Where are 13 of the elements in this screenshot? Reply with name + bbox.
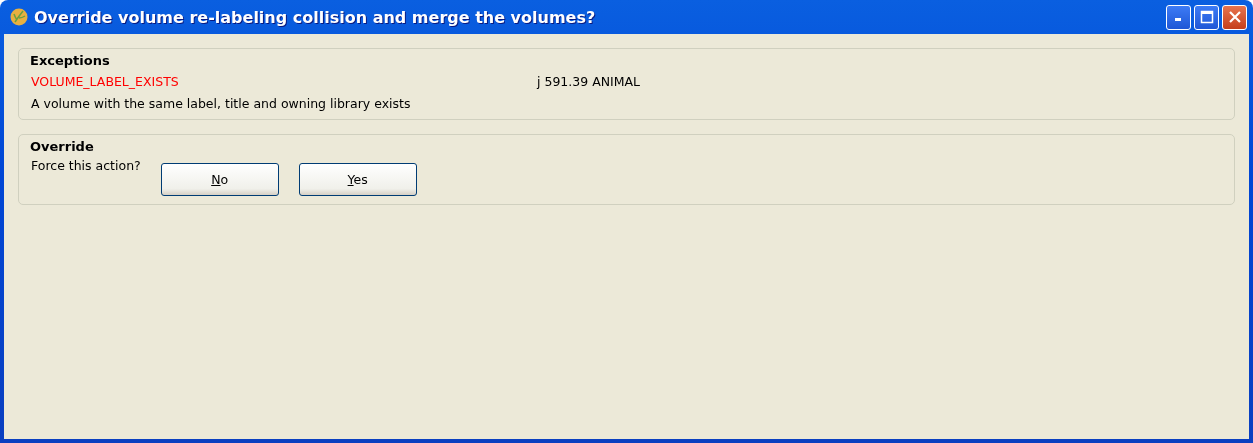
close-button[interactable] (1222, 4, 1247, 30)
globe-icon (10, 8, 28, 26)
maximize-button[interactable] (1194, 4, 1219, 30)
answer-button[interactable]: Yes (298, 163, 417, 196)
exception-code: VOLUME_LABEL_EXISTS (31, 74, 180, 89)
minimize-button[interactable] (1166, 4, 1191, 30)
window-title: Override volume re-labeling collision and merge the volumes? (34, 7, 597, 27)
maximize-icon (1199, 10, 1214, 24)
prompt-label: Force this action? (31, 158, 141, 173)
exception-value: j 591.39 ANIMAL (537, 74, 642, 89)
exception-description: A volume with the same label, title and owning library exists (31, 96, 412, 111)
answer-button[interactable]: No (160, 163, 279, 196)
close-icon (1227, 10, 1242, 24)
